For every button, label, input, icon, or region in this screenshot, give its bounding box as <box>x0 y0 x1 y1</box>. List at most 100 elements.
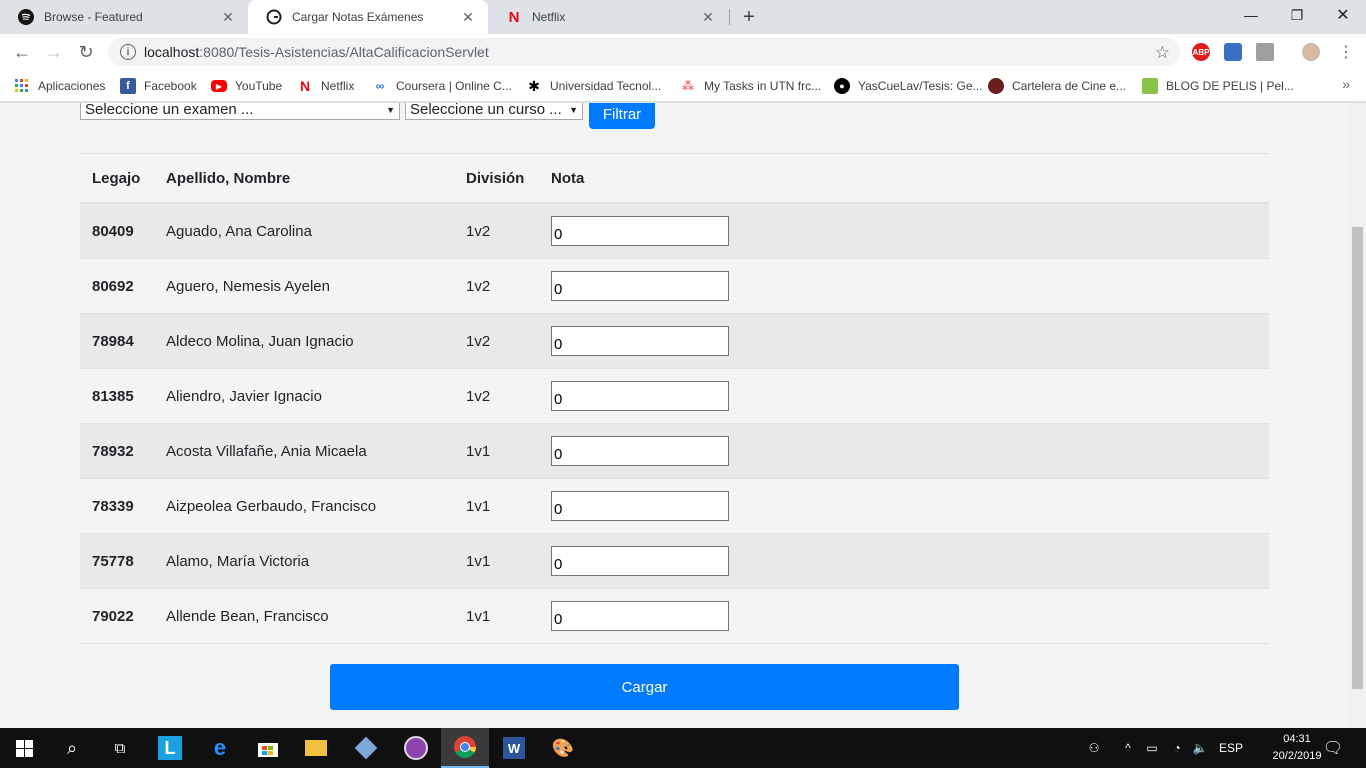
clock-date: 20/2/2019 <box>1272 750 1322 762</box>
legajo-cell: 78339 <box>92 497 134 515</box>
tab-title: Cargar Notas Exámenes <box>292 10 424 24</box>
tab-cargar-notas[interactable]: Cargar Notas Exámenes ✕ <box>248 0 488 34</box>
close-tab-icon[interactable]: ✕ <box>460 9 476 25</box>
exam-select[interactable]: Seleccione un examen ... ▼ <box>80 103 400 120</box>
page-scrollbar[interactable] <box>1349 103 1366 728</box>
division-cell: 1v2 <box>466 222 491 240</box>
restore-button[interactable]: ❐ <box>1274 0 1320 30</box>
tab-title: Browse - Featured <box>44 10 143 24</box>
site-info-icon[interactable]: i <box>120 44 136 60</box>
file-explorer-icon[interactable] <box>292 728 340 768</box>
close-tab-icon[interactable]: ✕ <box>700 9 716 25</box>
legajo-cell: 78932 <box>92 442 134 460</box>
utn-icon: ✱ <box>528 77 540 94</box>
table-row: 81385 Aliendro, Javier Ignacio 1v2 <box>80 369 1269 424</box>
language-indicator[interactable]: ESP <box>1214 728 1248 768</box>
netflix-icon: N <box>299 78 311 94</box>
bookmark-coursera[interactable]: ∞ Coursera | Online C... <box>372 76 512 96</box>
nota-cell <box>551 326 751 356</box>
bookmark-facebook[interactable]: f Facebook <box>120 76 197 96</box>
minimize-button[interactable]: — <box>1228 0 1274 30</box>
nombre-cell: Aguado, Ana Carolina <box>166 222 312 240</box>
nota-input[interactable] <box>551 491 729 521</box>
new-tab-button[interactable]: + <box>737 5 761 29</box>
table-row: 80409 Aguado, Ana Carolina 1v2 <box>80 204 1269 259</box>
clock-time: 04:31 <box>1283 733 1311 745</box>
close-window-button[interactable]: ✕ <box>1320 0 1366 30</box>
wifi-icon[interactable]: ◔ <box>1166 728 1188 768</box>
taskbar-clock[interactable]: 04:31 20/2/2019 <box>1270 731 1324 765</box>
bookmarks-overflow-icon[interactable]: » <box>1342 76 1350 92</box>
header-nota: Nota <box>551 169 585 187</box>
paint-icon[interactable]: 🎨 <box>539 728 587 768</box>
avatar[interactable] <box>1302 43 1320 61</box>
nota-input[interactable] <box>551 601 729 631</box>
tab-netflix[interactable]: N Netflix ✕ <box>488 0 728 34</box>
division-cell: 1v2 <box>466 332 491 350</box>
course-select[interactable]: Seleccione un curso ... ▼ <box>405 103 583 120</box>
bookmark-label: BLOG DE PELIS | Pel... <box>1166 79 1294 93</box>
filter-button[interactable]: Filtrar <box>589 103 655 129</box>
close-tab-icon[interactable]: ✕ <box>220 9 236 25</box>
bookmark-label: Netflix <box>321 79 355 93</box>
asana-icon: ⁂ <box>681 79 695 93</box>
bookmark-blog-pelis[interactable]: BLOG DE PELIS | Pel... <box>1142 76 1294 96</box>
taskbar-app-l[interactable]: L <box>146 728 194 768</box>
bookmark-utn[interactable]: ✱ Universidad Tecnol... <box>526 76 661 96</box>
people-icon[interactable]: ⚇ <box>1080 728 1108 768</box>
reload-button[interactable]: ↻ <box>72 38 100 66</box>
bookmark-label: Aplicaciones <box>38 79 106 93</box>
nota-cell <box>551 381 751 411</box>
table-row: 75778 Alamo, María Victoria 1v1 <box>80 534 1269 589</box>
division-cell: 1v1 <box>466 497 491 515</box>
forward-button[interactable]: → <box>40 38 68 66</box>
submit-grades-button[interactable]: Cargar <box>330 664 959 710</box>
bookmark-asana[interactable]: ⁂ My Tasks in UTN frc... <box>680 76 821 96</box>
start-button[interactable] <box>0 728 48 768</box>
division-cell: 1v1 <box>466 552 491 570</box>
task-view-icon[interactable]: ⧉ <box>96 728 144 768</box>
bookmark-netflix[interactable]: N Netflix <box>297 76 354 96</box>
tab-separator <box>729 9 730 25</box>
volume-icon[interactable]: 🔈 <box>1190 728 1210 768</box>
bookmark-cartelera[interactable]: Cartelera de Cine e... <box>988 76 1126 96</box>
store-icon[interactable] <box>244 728 292 768</box>
facebook-icon: f <box>120 78 136 94</box>
nota-input[interactable] <box>551 546 729 576</box>
division-cell: 1v1 <box>466 607 491 625</box>
windows-logo-icon <box>15 739 33 757</box>
taskbar-app-cat-icon[interactable] <box>392 728 440 768</box>
bookmark-youtube[interactable]: ▶ YouTube <box>211 76 282 96</box>
scrollbar-thumb[interactable] <box>1352 227 1363 689</box>
bookmark-aplicaciones[interactable]: Aplicaciones <box>14 76 105 96</box>
notifications-icon[interactable]: 🗨 <box>1318 728 1348 768</box>
nota-input[interactable] <box>551 216 729 246</box>
search-icon[interactable]: ⌕ <box>48 728 96 768</box>
bookmark-github[interactable]: ● YasCueLav/Tesis: Ge... <box>834 76 983 96</box>
cube-extension-icon[interactable] <box>1224 43 1242 61</box>
tab-spotify[interactable]: Browse - Featured ✕ <box>0 0 248 34</box>
nota-input[interactable] <box>551 271 729 301</box>
nota-cell <box>551 271 751 301</box>
nota-input[interactable] <box>551 326 729 356</box>
address-bar[interactable]: i localhost:8080/Tesis-Asistencias/AltaC… <box>108 38 1180 66</box>
nota-input[interactable] <box>551 436 729 466</box>
back-button[interactable]: ← <box>8 38 36 66</box>
page-viewport: Seleccione un examen ... ▼ Seleccione un… <box>0 103 1366 728</box>
extension-icon[interactable] <box>1256 43 1274 61</box>
menu-icon[interactable]: ⋮ <box>1332 38 1360 66</box>
adblock-icon[interactable]: ABP <box>1192 43 1210 61</box>
nota-input[interactable] <box>551 381 729 411</box>
edge-icon[interactable]: e <box>196 728 244 768</box>
taskbar-app-box-icon[interactable] <box>342 728 390 768</box>
header-nombre: Apellido, Nombre <box>166 169 291 187</box>
word-icon[interactable]: W <box>490 728 538 768</box>
chrome-icon[interactable] <box>441 728 489 768</box>
tray-chevron-icon[interactable]: ^ <box>1118 728 1138 768</box>
blog-icon <box>1142 78 1158 94</box>
nota-cell <box>551 491 751 521</box>
bookmark-star-icon[interactable]: ☆ <box>1155 43 1170 63</box>
battery-icon[interactable]: ▭ <box>1142 728 1162 768</box>
table-body: 80409 Aguado, Ana Carolina 1v2 80692 Aguero,… <box>80 204 1269 644</box>
spotify-icon <box>18 9 34 25</box>
